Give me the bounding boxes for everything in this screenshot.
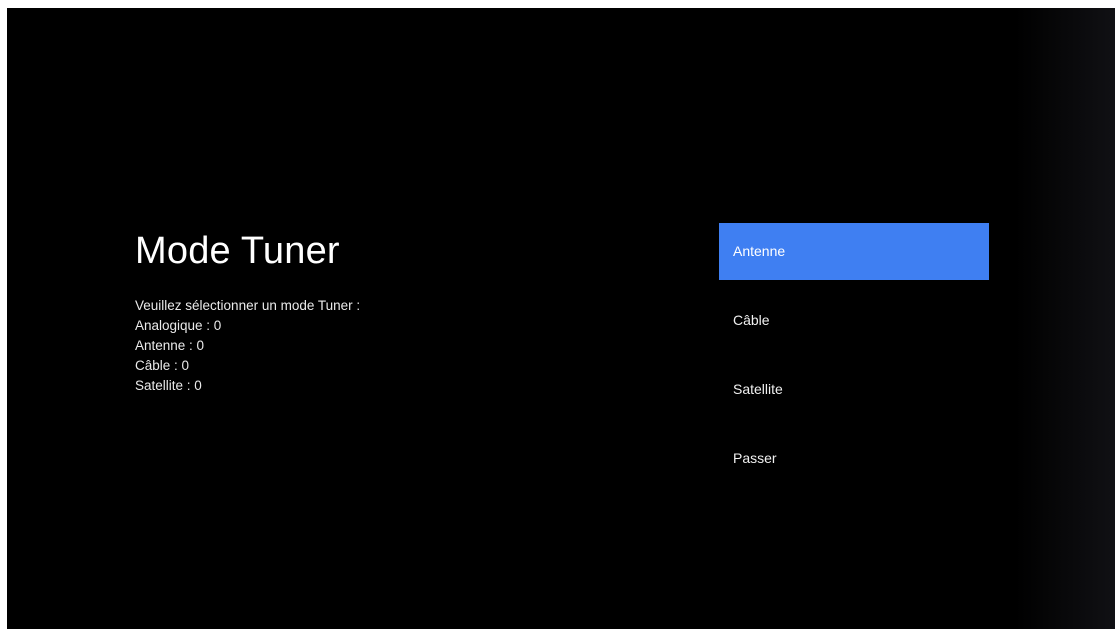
edge-shade [1015, 8, 1115, 629]
info-panel: Mode Tuner Veuillez sélectionner un mode… [135, 230, 360, 396]
count-antenna: Antenne : 0 [135, 338, 205, 353]
menu-item-antenne[interactable]: Antenne [719, 223, 989, 280]
instruction-text: Veuillez sélectionner un mode Tuner : [135, 298, 361, 313]
page-title: Mode Tuner [135, 230, 340, 272]
menu-item-satellite[interactable]: Satellite [719, 361, 989, 418]
tv-screen: Mode Tuner Veuillez sélectionner un mode… [7, 8, 1115, 629]
tuner-mode-menu: Antenne Câble Satellite Passer [719, 223, 989, 499]
count-cable: Câble : 0 [135, 358, 190, 373]
menu-item-cable[interactable]: Câble [719, 292, 989, 349]
count-analog: Analogique : 0 [135, 318, 222, 333]
count-satellite: Satellite : 0 [135, 378, 202, 393]
menu-item-passer[interactable]: Passer [719, 430, 989, 487]
